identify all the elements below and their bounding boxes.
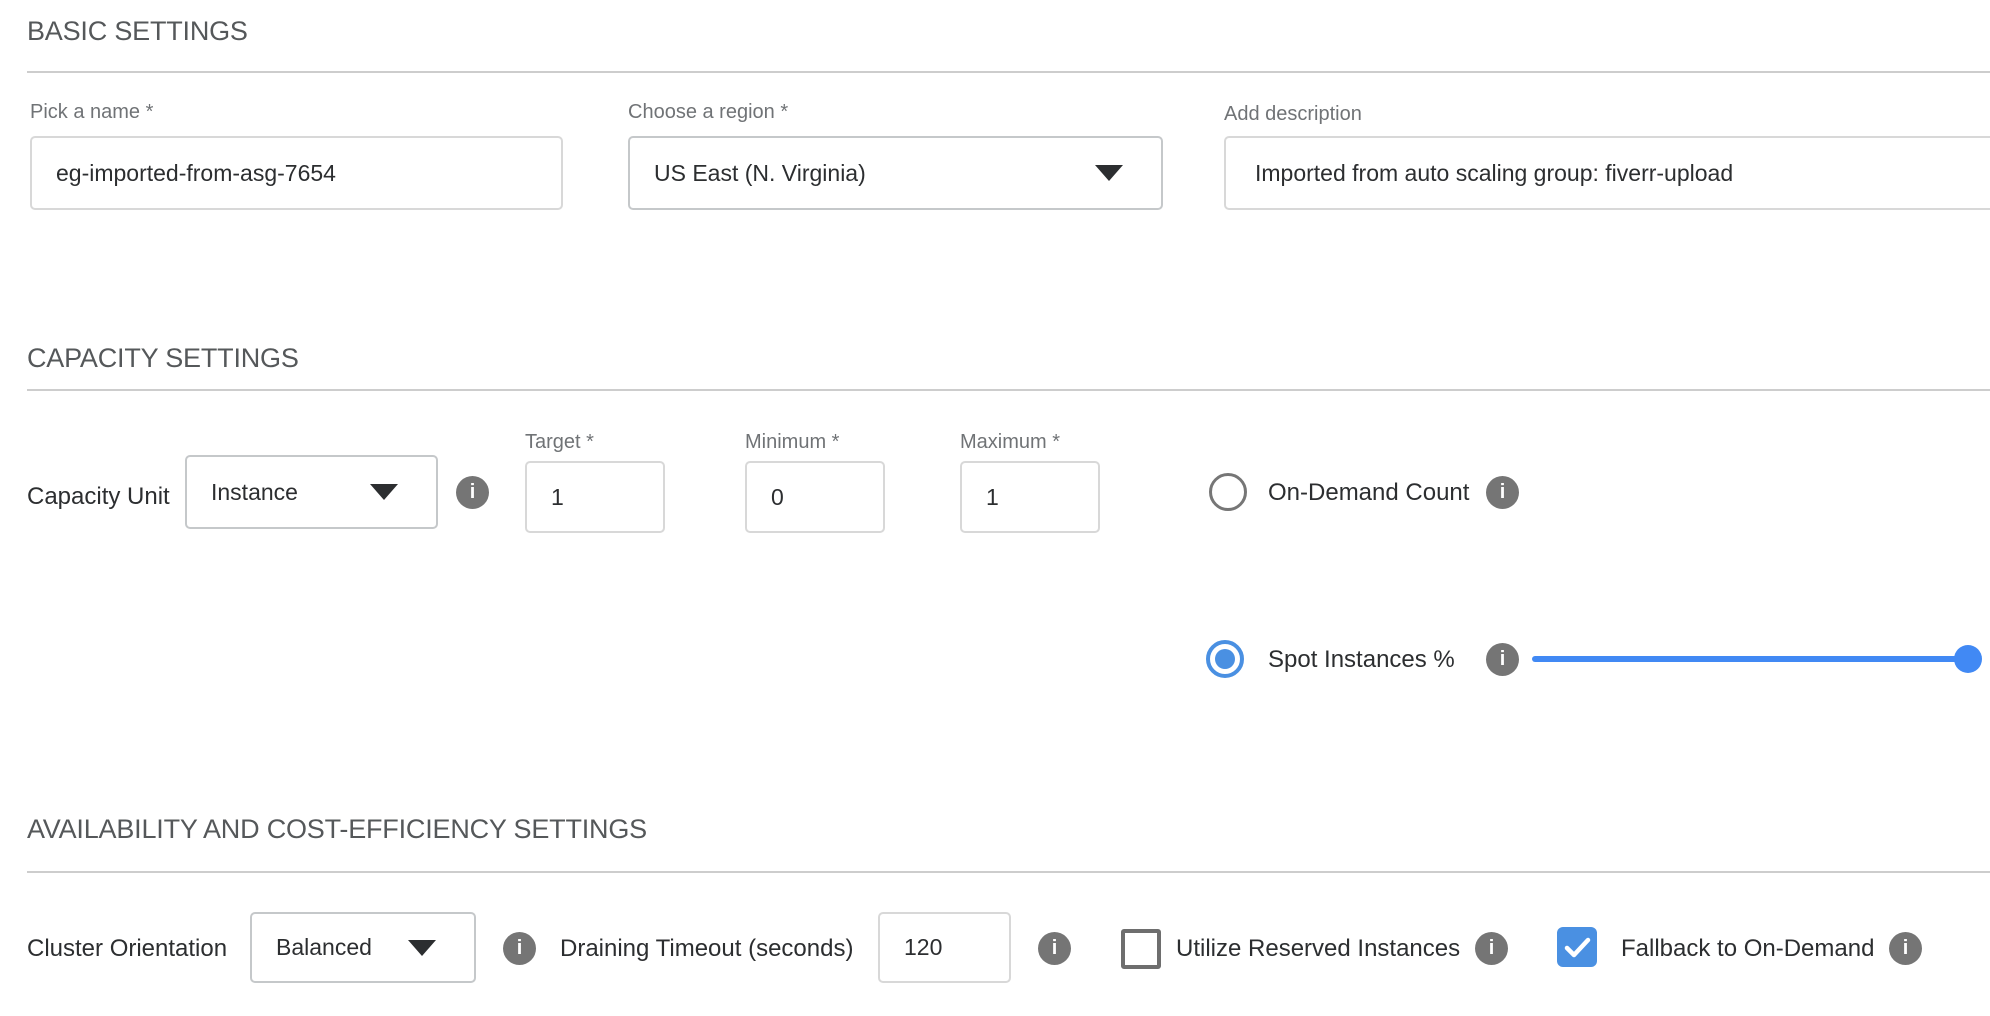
name-field-label: Pick a name * [30, 101, 153, 124]
maximum-input[interactable] [960, 461, 1100, 533]
section-divider [27, 389, 1990, 391]
minimum-field-label: Minimum * [745, 431, 839, 454]
section-divider [27, 71, 1990, 73]
on-demand-count-label: On-Demand Count [1268, 479, 1469, 507]
spot-percentage-slider-track[interactable] [1532, 656, 1968, 662]
radio-inner-dot [1215, 649, 1235, 669]
spot-instances-label: Spot Instances % [1268, 646, 1455, 674]
utilize-reserved-instances-checkbox[interactable] [1121, 929, 1161, 969]
description-input[interactable] [1224, 136, 1990, 210]
on-demand-count-info-icon[interactable]: i [1486, 476, 1519, 509]
name-input[interactable] [30, 136, 563, 210]
capacity-unit-value: Instance [211, 479, 298, 506]
settings-page: BASIC SETTINGS Pick a name * Choose a re… [0, 0, 1990, 1016]
availability-settings-title: AVAILABILITY AND COST-EFFICIENCY SETTING… [27, 814, 647, 845]
target-input[interactable] [525, 461, 665, 533]
caret-down-icon [370, 484, 398, 500]
cluster-orientation-dropdown[interactable]: Balanced [250, 912, 476, 983]
spot-instances-info-icon[interactable]: i [1486, 643, 1519, 676]
capacity-unit-dropdown[interactable]: Instance [185, 455, 438, 529]
maximum-field-label: Maximum * [960, 431, 1060, 454]
basic-settings-title: BASIC SETTINGS [27, 16, 248, 47]
minimum-input[interactable] [745, 461, 885, 533]
target-field-label: Target * [525, 431, 594, 454]
fallback-to-on-demand-label: Fallback to On-Demand [1621, 935, 1874, 963]
spot-instances-radio[interactable] [1206, 640, 1244, 678]
description-field-label: Add description [1224, 103, 1362, 126]
draining-timeout-info-icon[interactable]: i [1038, 932, 1071, 965]
region-field-label: Choose a region * [628, 101, 788, 124]
utilize-reserved-instances-label: Utilize Reserved Instances [1176, 935, 1460, 963]
section-divider [27, 871, 1990, 873]
caret-down-icon [408, 940, 436, 956]
caret-down-icon [1095, 165, 1123, 181]
fallback-to-on-demand-info-icon[interactable]: i [1889, 932, 1922, 965]
checkmark-icon [1564, 937, 1591, 958]
capacity-settings-title: CAPACITY SETTINGS [27, 343, 299, 374]
region-dropdown[interactable]: US East (N. Virginia) [628, 136, 1163, 210]
capacity-unit-info-icon[interactable]: i [456, 476, 489, 509]
draining-timeout-input[interactable] [878, 912, 1011, 983]
cluster-orientation-label: Cluster Orientation [27, 935, 227, 963]
cluster-orientation-value: Balanced [276, 934, 372, 961]
draining-timeout-label: Draining Timeout (seconds) [560, 935, 853, 963]
spot-percentage-slider-thumb[interactable] [1954, 645, 1982, 673]
cluster-orientation-info-icon[interactable]: i [503, 932, 536, 965]
on-demand-count-radio[interactable] [1209, 473, 1247, 511]
utilize-reserved-instances-info-icon[interactable]: i [1475, 932, 1508, 965]
capacity-unit-label: Capacity Unit [27, 483, 170, 511]
region-dropdown-value: US East (N. Virginia) [654, 160, 866, 187]
fallback-to-on-demand-checkbox[interactable] [1557, 927, 1597, 967]
